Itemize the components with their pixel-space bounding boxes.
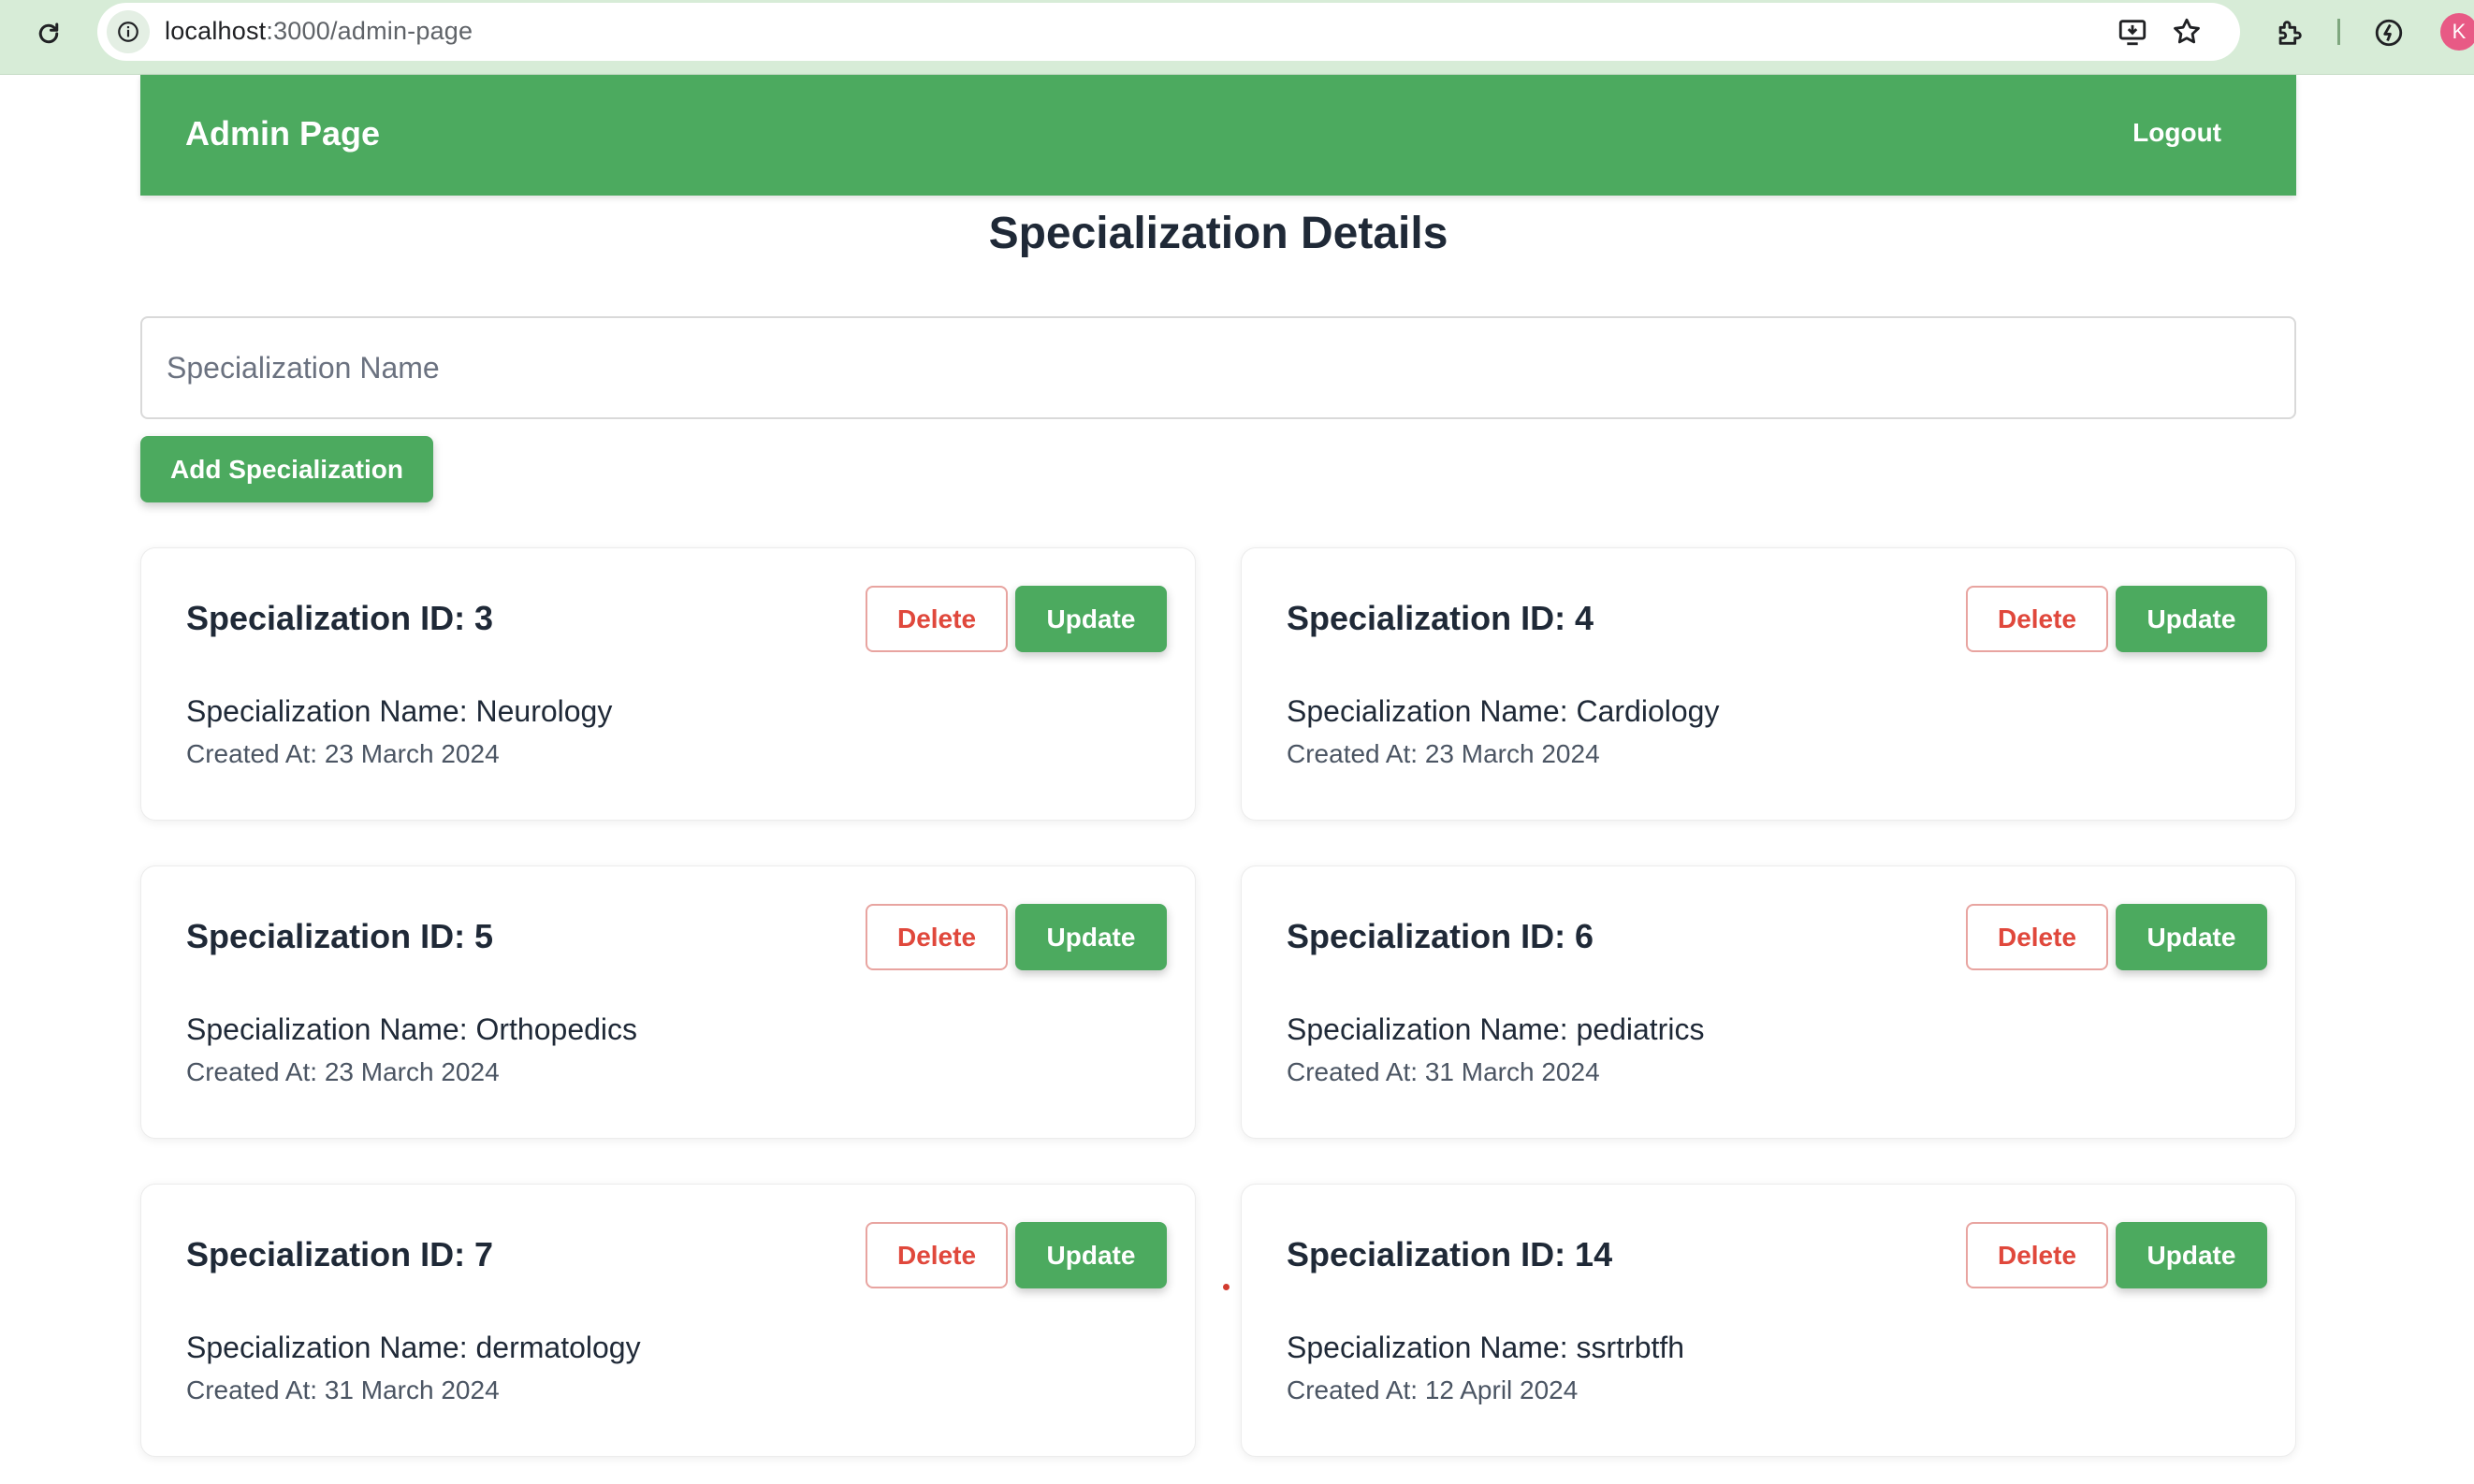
url-path: :3000/admin-page bbox=[266, 17, 473, 45]
delete-button[interactable]: Delete bbox=[1966, 1222, 2108, 1288]
delete-button[interactable]: Delete bbox=[866, 586, 1008, 652]
specialization-id: Specialization ID: 14 bbox=[1287, 1235, 1613, 1273]
created-at: Created At: 12 April 2024 bbox=[1287, 1375, 1579, 1404]
specialization-card: Specialization ID: 3 Delete Update Speci… bbox=[140, 547, 1196, 821]
created-at: Created At: 31 March 2024 bbox=[1287, 1057, 1600, 1086]
specialization-name: Specialization Name: dermatology bbox=[186, 1331, 641, 1364]
specialization-card: Specialization ID: 7 Delete Update Speci… bbox=[140, 1184, 1196, 1457]
specialization-card-grid: Specialization ID: 3 Delete Update Speci… bbox=[140, 547, 2296, 1457]
delete-button[interactable]: Delete bbox=[1966, 586, 2108, 652]
profile-avatar[interactable]: K bbox=[2440, 13, 2474, 51]
admin-title: Admin Page bbox=[185, 114, 381, 153]
update-button[interactable]: Update bbox=[2116, 904, 2267, 970]
created-at: Created At: 23 March 2024 bbox=[186, 739, 500, 768]
specialization-card: Specialization ID: 6 Delete Update Speci… bbox=[1241, 866, 2296, 1139]
performance-icon[interactable] bbox=[2367, 11, 2410, 54]
toolbar-divider bbox=[2337, 19, 2340, 45]
created-at: Created At: 31 March 2024 bbox=[186, 1375, 500, 1404]
created-at: Created At: 23 March 2024 bbox=[1287, 739, 1600, 768]
delete-button[interactable]: Delete bbox=[1966, 904, 2108, 970]
specialization-card: Specialization ID: 14 Delete Update Spec… bbox=[1241, 1184, 2296, 1457]
address-bar[interactable]: localhost:3000/admin-page bbox=[97, 3, 2240, 61]
specialization-name-input[interactable] bbox=[140, 316, 2296, 419]
delete-button[interactable]: Delete bbox=[866, 904, 1008, 970]
specialization-name: Specialization Name: Orthopedics bbox=[186, 1012, 638, 1046]
url-text[interactable]: localhost:3000/admin-page bbox=[165, 17, 473, 46]
admin-header: Admin Page Logout bbox=[140, 75, 2296, 196]
specialization-id: Specialization ID: 7 bbox=[186, 1235, 494, 1273]
browser-toolbar: localhost:3000/admin-page K bbox=[0, 0, 2474, 75]
specialization-name: Specialization Name: pediatrics bbox=[1287, 1012, 1705, 1046]
specialization-card: Specialization ID: 4 Delete Update Speci… bbox=[1241, 547, 2296, 821]
update-button[interactable]: Update bbox=[2116, 1222, 2267, 1288]
bookmark-star-icon[interactable] bbox=[2165, 10, 2208, 53]
delete-button[interactable]: Delete bbox=[866, 1222, 1008, 1288]
specialization-name: Specialization Name: Neurology bbox=[186, 694, 613, 728]
specialization-id: Specialization ID: 4 bbox=[1287, 599, 1594, 637]
specialization-id: Specialization ID: 3 bbox=[186, 599, 494, 637]
update-button[interactable]: Update bbox=[1015, 904, 1167, 970]
update-button[interactable]: Update bbox=[2116, 586, 2267, 652]
extensions-icon[interactable] bbox=[2268, 11, 2311, 54]
reload-icon[interactable] bbox=[28, 13, 69, 54]
install-app-icon[interactable] bbox=[2111, 10, 2154, 53]
specialization-name: Specialization Name: ssrtrbtfh bbox=[1287, 1331, 1685, 1364]
add-specialization-button[interactable]: Add Specialization bbox=[140, 436, 433, 502]
specialization-id: Specialization ID: 6 bbox=[1287, 917, 1594, 955]
site-info-icon[interactable] bbox=[107, 10, 150, 53]
update-button[interactable]: Update bbox=[1015, 1222, 1167, 1288]
created-at: Created At: 23 March 2024 bbox=[186, 1057, 500, 1086]
specialization-name: Specialization Name: Cardiology bbox=[1287, 694, 1720, 728]
url-host: localhost bbox=[165, 17, 267, 45]
update-button[interactable]: Update bbox=[1015, 586, 1167, 652]
specialization-id: Specialization ID: 5 bbox=[186, 917, 494, 955]
page-title: Specialization Details bbox=[988, 209, 1448, 258]
cursor-dot bbox=[1223, 1284, 1230, 1290]
specialization-card: Specialization ID: 5 Delete Update Speci… bbox=[140, 866, 1196, 1139]
logout-link[interactable]: Logout bbox=[2132, 118, 2221, 148]
